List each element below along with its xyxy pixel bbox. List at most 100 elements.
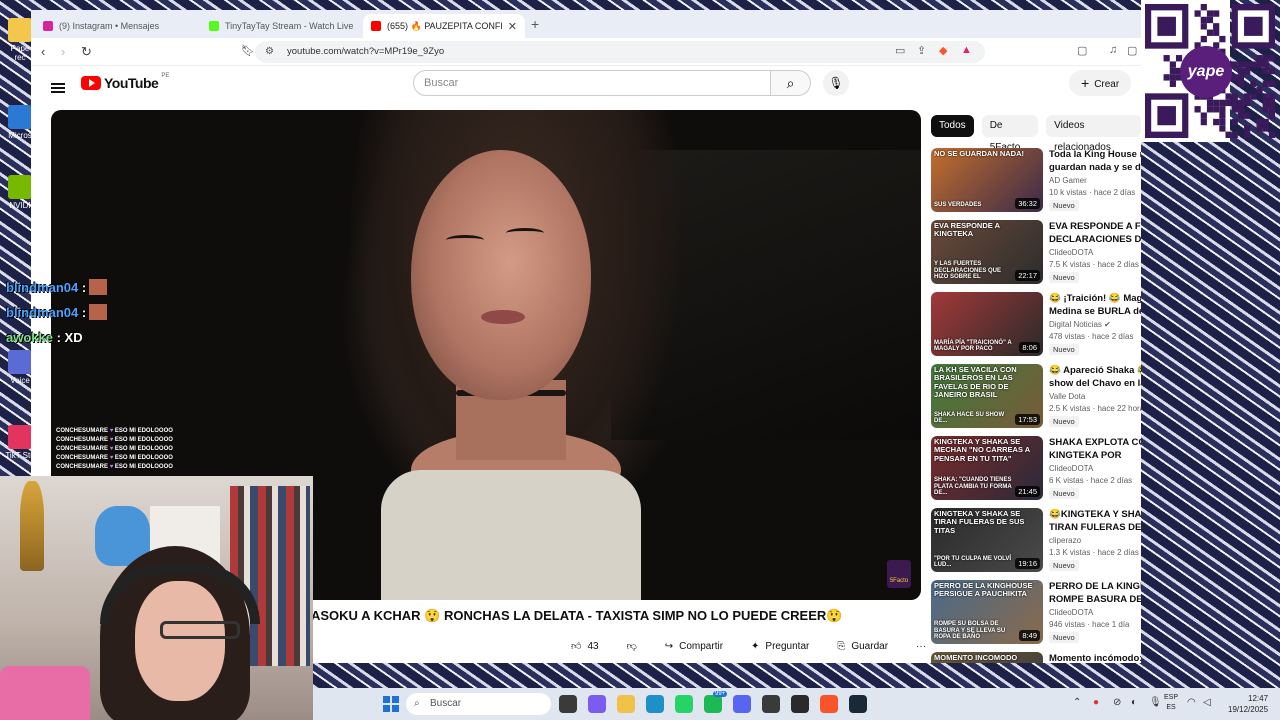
video-meta: 478 vistas · hace 2 días bbox=[1049, 332, 1134, 341]
back-icon[interactable]: ‹ bbox=[41, 44, 45, 59]
share-page-icon[interactable]: ⇪ bbox=[917, 44, 926, 57]
video-title[interactable]: Toda la King House no se guardan nada y … bbox=[1049, 148, 1141, 174]
youtube-logo[interactable]: YouTube PE bbox=[81, 73, 169, 91]
video-thumbnail[interactable]: MOMENTO INCOMODO bbox=[931, 652, 1043, 663]
video-title[interactable]: Momento incómodo: Ronchas y ... bbox=[1049, 652, 1141, 663]
video-title[interactable]: EVA RESPONDE A FUERTES DECLARACIONES DE … bbox=[1049, 220, 1141, 246]
file-explorer-icon[interactable] bbox=[559, 695, 577, 713]
whatsapp-icon[interactable] bbox=[675, 695, 693, 713]
copilot-icon[interactable] bbox=[588, 695, 606, 713]
brave-icon[interactable] bbox=[820, 695, 838, 713]
chip-channel[interactable]: De 5Facto bbox=[981, 115, 1039, 153]
voice-search-button[interactable]: 🎙︎ bbox=[823, 70, 849, 96]
channel-name[interactable]: Digital Noticias ✔︎ bbox=[1049, 320, 1141, 329]
taskbar-search[interactable]: ⌕ Buscar bbox=[406, 693, 551, 715]
chevron-up-icon[interactable]: ⌃ bbox=[1073, 697, 1081, 708]
new-badge: Nuevo bbox=[1049, 560, 1079, 571]
channel-name[interactable]: ClideoDOTA bbox=[1049, 248, 1141, 257]
video-thumbnail[interactable]: EVA RESPONDE A KINGTEKA Y LAS FUERTES DEC… bbox=[931, 220, 1043, 284]
forward-icon[interactable]: › bbox=[61, 44, 65, 59]
thumbnail-caption-bottom: "POR TU CULPA ME VOLVÍ LUD... bbox=[934, 555, 1012, 569]
brave-rewards-icon[interactable]: ▲ bbox=[961, 44, 972, 56]
share-button[interactable]: ↪ Compartir bbox=[655, 634, 733, 658]
heart-emote-icon: ♥ bbox=[109, 437, 114, 443]
recommendation-item[interactable]: KINGTEKA Y SHAKA SE MECHAN "NO CARREAS A… bbox=[931, 436, 1141, 508]
brave-shield-icon[interactable]: ◆ bbox=[939, 44, 947, 57]
video-meta: 10 k vistas · hace 2 días bbox=[1049, 188, 1136, 197]
channel-name[interactable]: ClideoDOTA bbox=[1049, 464, 1141, 473]
search-input[interactable]: Buscar bbox=[413, 70, 771, 96]
create-button[interactable]: + Crear bbox=[1069, 70, 1132, 96]
like-button[interactable]: 👍︎ 43 bbox=[561, 634, 609, 658]
video-title[interactable]: SHAKA EXPLOTA CON KINGTEKA POR RECORDARL… bbox=[1049, 436, 1141, 462]
address-bar: ‹ › ↻ 🔖︎ ⚙︎ youtube.com/watch?v=MPr19e_9… bbox=[31, 38, 1141, 66]
channel-name[interactable]: ClideoDOTA bbox=[1049, 608, 1141, 617]
tab-instagram[interactable]: (9) Instagram • Mensajes bbox=[35, 14, 197, 38]
video-thumbnail[interactable]: PERRO DE LA KINGHOUSE PERSIGUE A PAUCHIK… bbox=[931, 580, 1043, 644]
wifi-icon[interactable]: ◠ bbox=[1187, 697, 1196, 708]
tab-youtube[interactable]: (655) 🔥 PAUZEPITA CONFIESA C ✕ bbox=[363, 14, 525, 38]
media-icon[interactable]: ♫ bbox=[1109, 44, 1117, 56]
edge-icon[interactable] bbox=[646, 695, 664, 713]
sidebar-icon[interactable]: ▢ bbox=[1077, 44, 1087, 57]
recommendation-item[interactable]: LA KH SE VACILA CON BRASILEROS EN LAS FA… bbox=[931, 364, 1141, 436]
kick-icon bbox=[209, 21, 219, 31]
recommendation-item[interactable]: EVA RESPONDE A KINGTEKA Y LAS FUERTES DEC… bbox=[931, 220, 1141, 292]
headset-icon[interactable]: ◐ bbox=[1131, 697, 1137, 708]
video-title[interactable]: 😂 ¡Traición! 😂 Magaly Medina se BURLA de… bbox=[1049, 292, 1141, 318]
chip-related[interactable]: Videos relacionados bbox=[1046, 115, 1141, 153]
search-button[interactable]: ⌕ bbox=[771, 70, 811, 96]
xbox-icon[interactable] bbox=[762, 695, 780, 713]
recommendation-item[interactable]: KINGTEKA Y SHAKA SE TIRAN FULERAS DE SUS… bbox=[931, 508, 1141, 580]
network-off-icon[interactable]: ⊘ bbox=[1113, 697, 1121, 708]
video-title[interactable]: PERRO DE LA KINGHOUSE ROMPE BASURA DE ..… bbox=[1049, 580, 1141, 606]
thumbnail-caption-bottom: ROMPE SU BOLSA DE BASURA Y SE LLEVA SU R… bbox=[934, 621, 1006, 641]
windows-start-icon[interactable] bbox=[383, 696, 399, 712]
channel-name[interactable]: cliperazo bbox=[1049, 536, 1141, 545]
close-tab-icon[interactable]: ✕ bbox=[508, 20, 517, 33]
dislike-button[interactable]: 👎︎ bbox=[617, 634, 647, 658]
reload-icon[interactable]: ↻ bbox=[81, 44, 92, 60]
chip-all[interactable]: Todos bbox=[931, 115, 974, 137]
video-thumbnail[interactable]: NO SE GUARDAN NADA! SUS VERDADES 36:32 bbox=[931, 148, 1043, 212]
language-indicator[interactable]: ESP ES bbox=[1164, 693, 1178, 713]
volume-icon[interactable]: ◁ bbox=[1203, 697, 1211, 708]
video-title[interactable]: 😂KINGTEKA Y SHAKA SE TIRAN FULERAS DE SU… bbox=[1049, 508, 1141, 534]
recommendation-item[interactable]: MARÍA PÍA "TRAICIONÓ" A MAGALY POR PACO 8… bbox=[931, 292, 1141, 364]
video-duration: 36:32 bbox=[1015, 198, 1040, 209]
new-tab-button[interactable]: + bbox=[531, 16, 539, 32]
recommendation-item[interactable]: MOMENTO INCOMODO Momento incómodo: Roncha… bbox=[931, 652, 1141, 663]
video-thumbnail[interactable]: MARÍA PÍA "TRAICIONÓ" A MAGALY POR PACO 8… bbox=[931, 292, 1043, 356]
site-info-icon[interactable]: ⚙︎ bbox=[265, 41, 274, 63]
window-icon[interactable]: ▢ bbox=[1127, 44, 1137, 57]
spotify-icon[interactable] bbox=[704, 695, 722, 713]
cast-icon[interactable]: ▭ bbox=[895, 44, 905, 57]
save-button[interactable]: ⎘ Guardar bbox=[827, 634, 898, 658]
channel-watermark[interactable]: 5Facto bbox=[887, 560, 911, 588]
mic-tray-icon[interactable]: 🎙︎ bbox=[1149, 697, 1162, 708]
url-field[interactable]: ⚙︎ youtube.com/watch?v=MPr19e_9Zyo bbox=[255, 41, 985, 63]
ask-button[interactable]: ✦ Preguntar bbox=[741, 634, 819, 658]
bookmark-icon[interactable]: 🔖︎ bbox=[241, 44, 255, 57]
obs-icon[interactable] bbox=[791, 695, 809, 713]
recommendation-item[interactable]: PERRO DE LA KINGHOUSE PERSIGUE A PAUCHIK… bbox=[931, 580, 1141, 652]
channel-name[interactable]: AD Gamer bbox=[1049, 176, 1141, 185]
tab-kick[interactable]: TinyTayTay Stream - Watch Live on K bbox=[201, 14, 361, 38]
steam-icon[interactable] bbox=[849, 695, 867, 713]
video-thumbnail[interactable]: KINGTEKA Y SHAKA SE MECHAN "NO CARREAS A… bbox=[931, 436, 1043, 500]
discord-icon[interactable] bbox=[733, 695, 751, 713]
thumbnail-caption-bottom: SHAKA HACE SU SHOW DE... bbox=[934, 411, 1005, 425]
search-icon: ⌕ bbox=[414, 698, 420, 709]
tab-strip: (9) Instagram • Mensajes TinyTayTay Stre… bbox=[31, 10, 1141, 38]
tray-app-icon[interactable]: ● bbox=[1093, 697, 1099, 708]
channel-name[interactable]: Valle Dota bbox=[1049, 392, 1141, 401]
video-thumbnail[interactable]: KINGTEKA Y SHAKA SE TIRAN FULERAS DE SUS… bbox=[931, 508, 1043, 572]
video-info: EVA RESPONDE A FUERTES DECLARACIONES DE … bbox=[1049, 220, 1141, 283]
video-title[interactable]: 😂 Apareció Shaka 😂 Hace su show del Chav… bbox=[1049, 364, 1141, 390]
video-thumbnail[interactable]: LA KH SE VACILA CON BRASILEROS EN LAS FA… bbox=[931, 364, 1043, 428]
menu-icon[interactable] bbox=[51, 83, 65, 93]
clock[interactable]: 12:47 19/12/2025 bbox=[1228, 693, 1268, 715]
folder-icon[interactable] bbox=[617, 695, 635, 713]
video-info: Toda la King House no se guardan nada y … bbox=[1049, 148, 1141, 211]
recommendation-item[interactable]: NO SE GUARDAN NADA! SUS VERDADES 36:32 Toda… bbox=[931, 148, 1141, 220]
